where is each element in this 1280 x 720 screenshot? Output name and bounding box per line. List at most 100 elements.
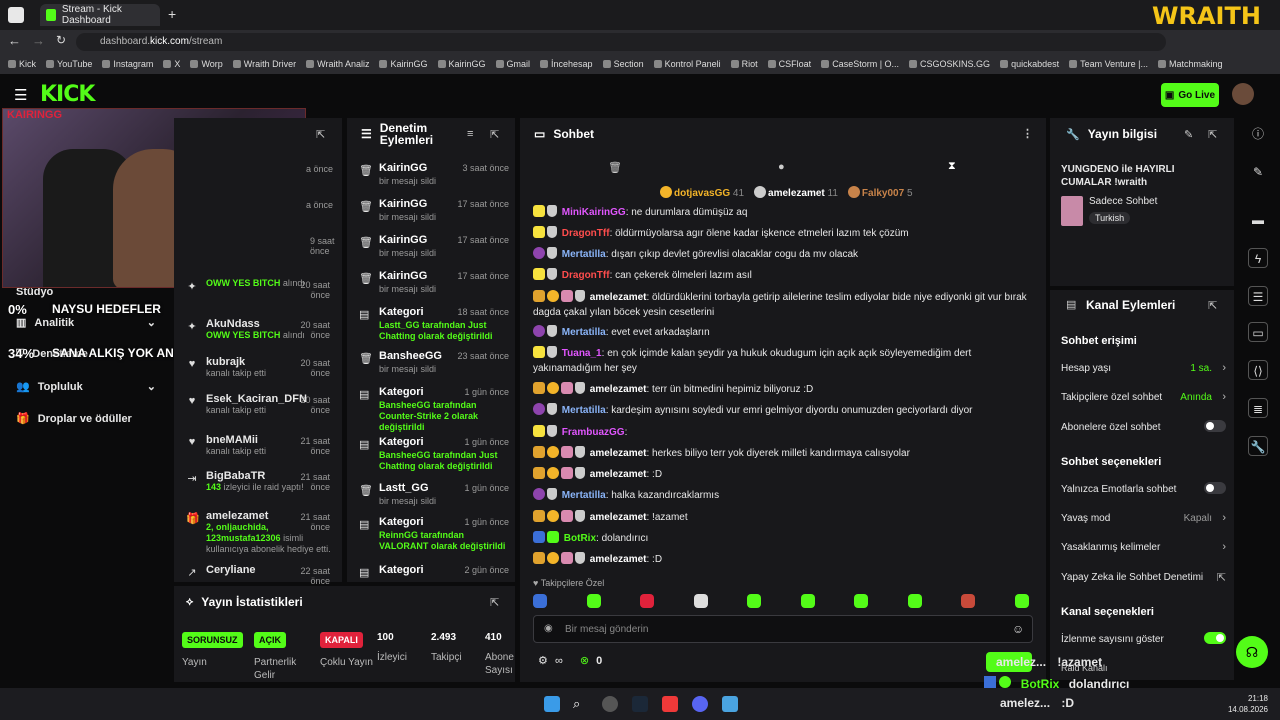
steam-icon[interactable] [632,696,648,712]
stack-icon[interactable]: ≣ [1248,398,1268,418]
bookmark-item[interactable]: İncehesap [540,59,593,69]
emote-icon[interactable] [693,594,708,608]
chat-input[interactable]: ◉ Bir mesaj gönderin ☺ [533,615,1033,643]
emoji-icon[interactable]: ☺ [1012,622,1024,636]
tab-kick-dashboard[interactable]: Stream - Kick Dashboard [40,4,160,26]
support-button[interactable]: ☊ [1236,636,1268,668]
emote-icon[interactable] [800,594,815,608]
discord-icon[interactable] [692,696,708,712]
bookmark-item[interactable]: Riot [730,59,758,69]
emote-icon[interactable] [533,594,547,608]
layout-icon[interactable]: ▬ [1248,210,1268,230]
app-icon-1[interactable] [602,696,618,712]
popout-icon[interactable]: ⇱ [1208,128,1217,141]
emote-icon[interactable] [586,594,601,608]
chat-username[interactable]: DragonTff [562,228,610,239]
user-avatar[interactable] [1232,83,1254,105]
filter-icon[interactable]: ≡ [467,128,473,140]
browser-menu-icon[interactable] [8,7,24,23]
bookmark-item[interactable]: Wraith Analiz [306,59,369,69]
kick-logo[interactable]: KICK [40,82,95,107]
windows-start-icon[interactable] [544,696,560,712]
edit-icon[interactable]: ✎ [1184,128,1193,141]
nav-item-community[interactable]: 👥 Topluluk ⌄ [16,380,156,393]
chat-username[interactable]: DragonTff [562,270,610,281]
chat-username[interactable]: amelezamet [590,448,647,459]
emote-icon[interactable] [854,594,868,608]
taskbar-clock[interactable]: 21:18 14.08.2026 [1226,693,1268,715]
emote-icon[interactable] [907,594,922,608]
chat-username[interactable]: amelezamet [590,554,647,565]
bookmark-item[interactable]: KairinGG [437,59,486,69]
bookmark-item[interactable]: X [163,59,180,69]
bookmark-item[interactable]: CSFloat [767,59,811,69]
bookmark-item[interactable]: Instagram [102,59,153,69]
reload-icon[interactable]: ↻ [56,33,66,47]
chat-username[interactable]: MiniKairinGG [562,207,626,218]
chat-username[interactable]: amelezamet [590,292,647,303]
chat-username[interactable]: amelezamet [590,384,647,395]
chat-username[interactable]: Tuana_1 [562,348,602,359]
popout-icon[interactable]: ⇱ [316,128,325,141]
chat-username[interactable]: amelezamet [590,469,647,480]
pen-icon[interactable]: ✎ [1248,162,1268,182]
bookmark-item[interactable]: KairinGG [379,59,428,69]
chat-username[interactable]: BotRix [564,533,596,544]
ai-moderation-row[interactable]: Yapay Zeka ile Sohbet Denetimi ⇱ [1061,572,1226,584]
emote-icon[interactable] [1014,594,1029,608]
emote-icon[interactable] [640,594,654,608]
chat-username[interactable]: FrambuazGG [562,427,625,438]
more-options-icon[interactable]: ⋮ [1022,127,1033,140]
emote-only-toggle[interactable] [1204,482,1226,494]
lightning-icon[interactable]: ϟ [1248,248,1268,268]
bookmark-item[interactable]: YouTube [46,59,92,69]
search-icon[interactable]: ⌕ [573,696,589,712]
bookmark-item[interactable]: Worp [190,59,223,69]
popout-icon[interactable]: ⇱ [490,128,499,141]
chat-username[interactable]: amelezamet [590,512,647,523]
bookmark-item[interactable]: Team Venture |... [1069,59,1148,69]
popout-icon[interactable]: ⇱ [490,596,499,609]
hourglass-icon[interactable]: ⧗ [948,160,956,173]
chat-icon[interactable]: ▭ [1248,322,1268,342]
trash-icon[interactable]: 🗑 [608,161,622,174]
chat-username[interactable]: Mertatilla [562,327,606,338]
bookmark-item[interactable]: Kick [8,59,36,69]
popout-icon[interactable]: ⇱ [1208,299,1217,312]
go-live-button[interactable]: ▣ Go Live [1161,83,1219,107]
info-icon[interactable]: ⓘ [1248,124,1268,144]
bookmark-item[interactable]: CaseStorm | O... [821,59,899,69]
bookmark-item[interactable]: Section [602,59,644,69]
banned-words-row[interactable]: Yasaklanmış kelimeler › [1061,541,1226,553]
bookmark-item[interactable]: Matchmaking [1157,59,1223,69]
hamburger-menu-icon[interactable]: ☰ [14,86,27,104]
settings-icon[interactable]: ⚙ [538,655,548,667]
wrench-icon[interactable]: 🔧 [1248,436,1268,456]
bookmark-item[interactable]: quickabdest [1000,59,1059,69]
chat-username[interactable]: Mertatilla [562,490,606,501]
account-age-row[interactable]: Hesap yaşı 1 sa. › [1061,362,1226,374]
list-icon[interactable]: ☰ [1248,286,1268,306]
nav-item-analytics[interactable]: ▥ Analitik ⌄ [16,316,156,329]
nav-item-drops[interactable]: 🎁 Droplar ve ödüller [16,412,132,425]
show-viewers-toggle[interactable] [1204,632,1226,644]
subs-chat-toggle[interactable] [1204,420,1226,432]
chat-username[interactable]: Mertatilla [562,249,606,260]
emote-icon[interactable] [961,594,975,608]
slow-mode-row[interactable]: Yavaş mod Kapalı › [1061,512,1226,524]
chat-username[interactable]: Mertatilla [562,405,606,416]
followers-chat-row[interactable]: Takipçilere özel sohbet Anında › [1061,391,1226,403]
bookmark-item[interactable]: Gmail [495,59,530,69]
app-icon-2[interactable] [722,696,738,712]
forward-icon[interactable]: → [32,33,45,48]
vivaldi-icon[interactable] [662,696,678,712]
url-input[interactable]: dashboard.kick.com/stream [76,33,1166,51]
new-tab-button[interactable]: + [168,6,176,22]
bookmark-item[interactable]: Wraith Driver [232,59,296,69]
code-icon[interactable]: ⟨⟩ [1248,360,1268,380]
bookmark-item[interactable]: Kontrol Paneli [653,59,721,69]
back-icon[interactable]: ← [8,33,21,48]
emote-icon[interactable] [747,594,761,608]
bookmark-item[interactable]: CSGOSKINS.GG [909,59,990,69]
speech-icon[interactable]: ● [778,161,785,173]
